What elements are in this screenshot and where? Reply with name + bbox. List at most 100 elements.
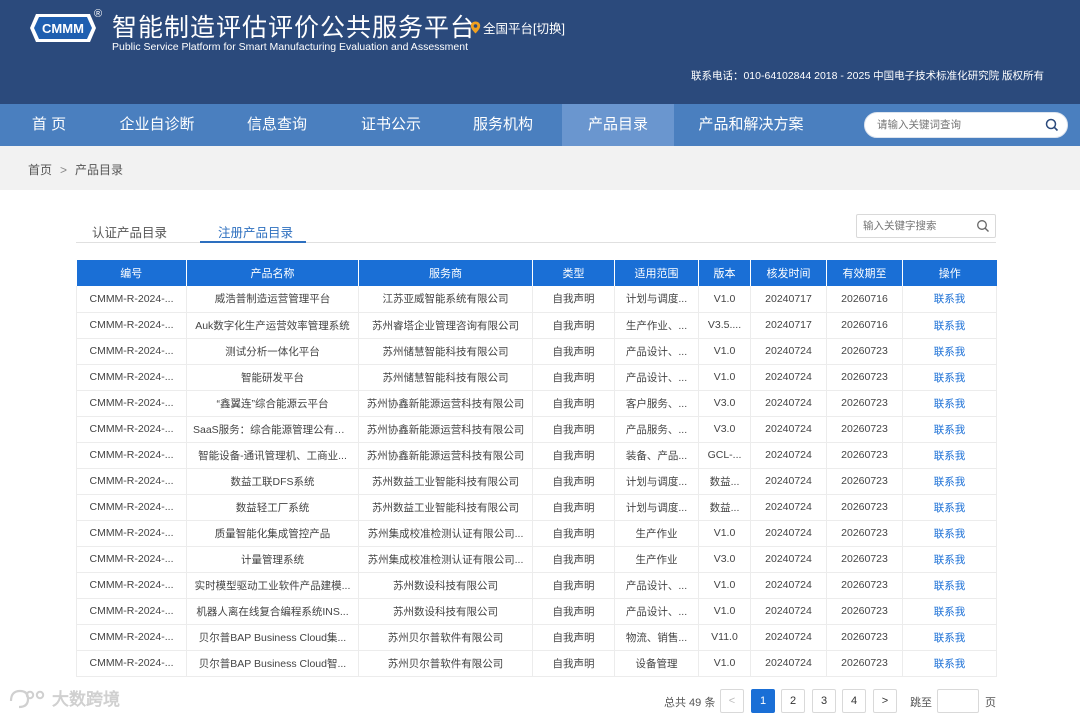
col-header-provider: 服务商 — [358, 260, 533, 286]
table-row: CMMM-R-2024-... 计量管理系统 苏州集成校准检测认证有限公司... 自我… — [76, 546, 997, 573]
pagination-prev-button[interactable]: < — [720, 689, 744, 713]
table-row: CMMM-R-2024-... 机器人离在线复合编程系统INS... 苏州数设科技有… — [76, 598, 997, 625]
cell-version: V3.5.... — [698, 312, 751, 339]
cell-contact-link[interactable]: 联系我 — [902, 364, 997, 391]
cell-contact-link[interactable]: 联系我 — [902, 286, 997, 313]
cell-contact-link[interactable]: 联系我 — [902, 650, 997, 677]
cell-type: 自我声明 — [532, 390, 615, 417]
nav-item-service-agencies[interactable]: 服务机构 — [444, 104, 562, 146]
cell-issue-date: 20240724 — [750, 338, 827, 365]
search-icon[interactable] — [976, 219, 990, 233]
table-row: CMMM-R-2024-... 数益工联DFS系统 苏州数益工业智能科技有限公司 自我… — [76, 468, 997, 495]
cell-type: 自我声明 — [532, 598, 615, 625]
pagination-page-4[interactable]: 4 — [842, 689, 866, 713]
cell-provider: 苏州协鑫新能源运营科技有限公司 — [358, 442, 533, 469]
cell-code: CMMM-R-2024-... — [76, 468, 187, 495]
region-switch[interactable]: 全国平台[切换] — [470, 18, 565, 37]
logo-text: CMMM — [42, 21, 84, 36]
cell-type: 自我声明 — [532, 312, 615, 339]
cell-code: CMMM-R-2024-... — [76, 390, 187, 417]
cell-issue-date: 20240724 — [750, 572, 827, 599]
table-row: CMMM-R-2024-... 质量智能化集成管控产品 苏州集成校准检测认证有限公司… — [76, 520, 997, 547]
keyword-search-input[interactable] — [857, 215, 967, 237]
cell-contact-link[interactable]: 联系我 — [902, 390, 997, 417]
cell-contact-link[interactable]: 联系我 — [902, 572, 997, 599]
nav-item-product-catalog[interactable]: 产品目录 — [562, 104, 674, 146]
cell-version: V1.0 — [698, 598, 751, 625]
active-tab-indicator — [200, 241, 306, 243]
cell-contact-link[interactable]: 联系我 — [902, 598, 997, 625]
pagination-jump-input[interactable] — [937, 689, 979, 713]
cell-product-name: 贝尔普BAP Business Cloud智... — [186, 650, 359, 677]
cmmm-logo[interactable]: CMMM — [28, 8, 98, 48]
cell-code: CMMM-R-2024-... — [76, 520, 187, 547]
table-row: CMMM-R-2024-... “鑫翼连”综合能源云平台 苏州协鑫新能源运营科技有限… — [76, 390, 997, 417]
cell-scope: 生产作业、... — [614, 312, 699, 339]
col-header-product-name: 产品名称 — [186, 260, 359, 286]
cell-version: V11.0 — [698, 624, 751, 651]
cell-code: CMMM-R-2024-... — [76, 286, 187, 313]
nav-search-input[interactable] — [865, 113, 1035, 137]
contact-info: 联系电话：010-64102844 2018 - 2025 中国电子技术标准化研… — [690, 70, 1044, 82]
cell-contact-link[interactable]: 联系我 — [902, 338, 997, 365]
cell-product-name: 威浩普制造运营管理平台 — [186, 286, 359, 313]
search-icon[interactable] — [1045, 118, 1059, 132]
col-header-issue-date: 核发时间 — [750, 260, 827, 286]
nav-item-home[interactable]: 首 页 — [0, 104, 98, 146]
cell-contact-link[interactable]: 联系我 — [902, 468, 997, 495]
cell-provider: 苏州协鑫新能源运营科技有限公司 — [358, 390, 533, 417]
cell-product-name: 智能研发平台 — [186, 364, 359, 391]
cell-provider: 苏州集成校准检测认证有限公司... — [358, 520, 533, 547]
cell-type: 自我声明 — [532, 520, 615, 547]
cell-version: V1.0 — [698, 572, 751, 599]
tab-registered-catalog[interactable]: 注册产品目录 — [218, 222, 293, 241]
nav-search-box — [864, 112, 1068, 138]
region-label: 全国平台[切换] — [483, 22, 565, 36]
cell-contact-link[interactable]: 联系我 — [902, 416, 997, 443]
nav-item-info-query[interactable]: 信息查询 — [216, 104, 338, 146]
cell-issue-date: 20240724 — [750, 442, 827, 469]
pagination-page-2[interactable]: 2 — [781, 689, 805, 713]
cell-scope: 生产作业 — [614, 520, 699, 547]
pagination-next-button[interactable]: > — [873, 689, 897, 713]
table-row: CMMM-R-2024-... 数益轻工厂系统 苏州数益工业智能科技有限公司 自我声明… — [76, 494, 997, 521]
cell-product-name: 贝尔普BAP Business Cloud集... — [186, 624, 359, 651]
cell-code: CMMM-R-2024-... — [76, 624, 187, 651]
table-row: CMMM-R-2024-... 贝尔普BAP Business Cloud智...… — [76, 650, 997, 677]
nav-item-self-diagnosis[interactable]: 企业自诊断 — [98, 104, 216, 146]
cell-issue-date: 20240724 — [750, 624, 827, 651]
nav-item-certificates[interactable]: 证书公示 — [338, 104, 444, 146]
keyword-search-box — [856, 214, 996, 238]
pagination-page-3[interactable]: 3 — [812, 689, 836, 713]
cell-issue-date: 20240724 — [750, 520, 827, 547]
cell-contact-link[interactable]: 联系我 — [902, 624, 997, 651]
header-top-links-icon — [862, 0, 1042, 4]
cell-contact-link[interactable]: 联系我 — [902, 520, 997, 547]
cell-scope: 产品设计、... — [614, 364, 699, 391]
breadcrumb-home[interactable]: 首页 — [28, 163, 52, 177]
cell-version: 数益... — [698, 494, 751, 521]
cell-contact-link[interactable]: 联系我 — [902, 442, 997, 469]
nav-item-products-solutions[interactable]: 产品和解决方案 — [674, 104, 828, 146]
cell-provider: 江苏亚威智能系统有限公司 — [358, 286, 533, 313]
cell-product-name: 数益轻工厂系统 — [186, 494, 359, 521]
table-row: CMMM-R-2024-... 智能研发平台 苏州储慧智能科技有限公司 自我声明 产品设… — [76, 364, 997, 391]
cell-type: 自我声明 — [532, 338, 615, 365]
col-header-action: 操作 — [902, 260, 997, 286]
cell-scope: 设备管理 — [614, 650, 699, 677]
cell-valid-until: 20260716 — [826, 312, 903, 339]
cell-contact-link[interactable]: 联系我 — [902, 312, 997, 339]
cell-code: CMMM-R-2024-... — [76, 416, 187, 443]
cell-product-name: 测试分析一体化平台 — [186, 338, 359, 365]
cell-type: 自我声明 — [532, 364, 615, 391]
tab-certified-catalog[interactable]: 认证产品目录 — [92, 222, 167, 241]
cell-code: CMMM-R-2024-... — [76, 442, 187, 469]
cell-version: V1.0 — [698, 520, 751, 547]
cell-contact-link[interactable]: 联系我 — [902, 546, 997, 573]
pagination-page-1[interactable]: 1 — [751, 689, 775, 713]
cell-contact-link[interactable]: 联系我 — [902, 494, 997, 521]
cell-scope: 物流、销售... — [614, 624, 699, 651]
cell-valid-until: 20260723 — [826, 364, 903, 391]
col-header-valid-until: 有效期至 — [826, 260, 903, 286]
cell-issue-date: 20240724 — [750, 416, 827, 443]
